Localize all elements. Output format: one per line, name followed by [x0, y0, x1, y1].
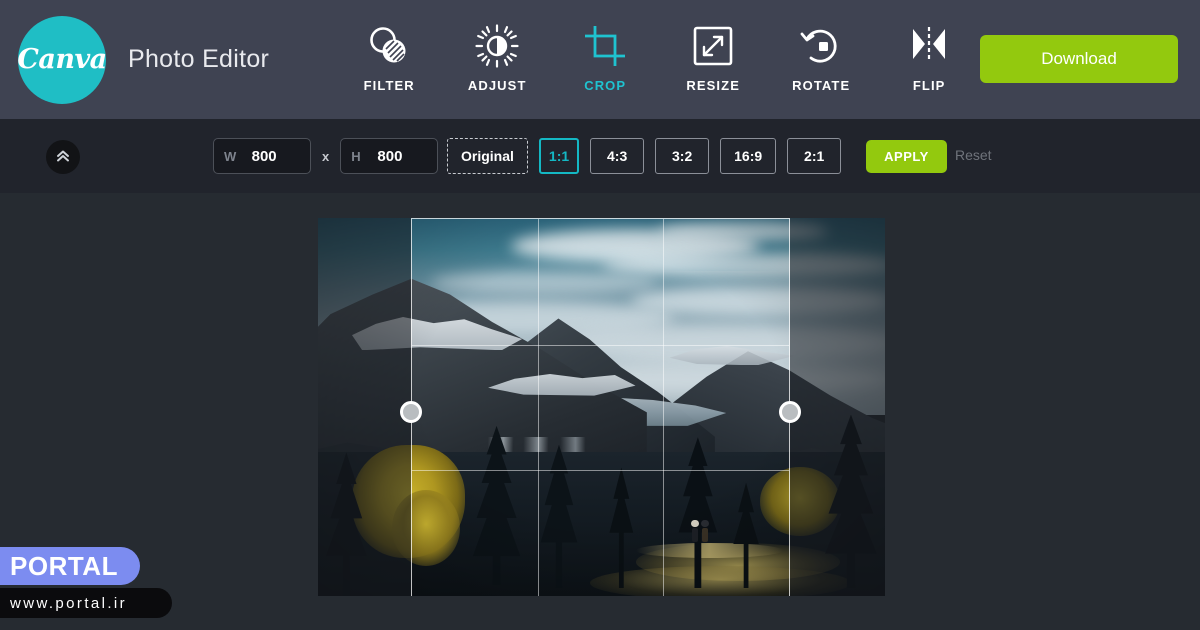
crop-shade-left [318, 218, 411, 596]
tab-filter-label: FILTER [363, 78, 415, 93]
download-button[interactable]: Download [980, 35, 1178, 83]
tab-crop[interactable]: CROP [551, 22, 659, 93]
height-input[interactable]: H 800 [340, 138, 439, 174]
crop-icon [583, 22, 627, 70]
watermark: PORTAL www.portal.ir [0, 547, 172, 618]
width-value: 800 [251, 147, 277, 165]
crop-handle-top-left[interactable] [400, 401, 422, 423]
tab-resize[interactable]: RESIZE [659, 22, 767, 93]
editor-canvas [0, 193, 1200, 630]
width-input[interactable]: W 800 [213, 138, 311, 174]
reset-button[interactable]: Reset [955, 147, 992, 163]
ratio-3-2[interactable]: 3:2 [655, 138, 710, 174]
photo-editor-app: Canva Photo Editor FILTER ADJUST CROP RE… [0, 0, 1200, 630]
width-label: W [224, 148, 237, 164]
ratio-original[interactable]: Original [447, 138, 528, 174]
tab-adjust[interactable]: ADJUST [443, 22, 551, 93]
tab-filter[interactable]: FILTER [335, 22, 443, 93]
brightness-icon [475, 22, 519, 70]
crop-handle-top-right[interactable] [779, 401, 801, 423]
collapse-toolbar-button[interactable] [46, 140, 80, 174]
tab-resize-label: RESIZE [686, 78, 740, 93]
crop-selection[interactable] [411, 218, 790, 596]
watermark-url-badge: www.portal.ir [0, 588, 172, 618]
apply-button[interactable]: APPLY [866, 140, 947, 173]
height-value: 800 [377, 147, 403, 165]
ratio-2-1[interactable]: 2:1 [787, 138, 842, 174]
watermark-url: www.portal.ir [10, 594, 128, 612]
canva-logo-text: Canva [17, 44, 107, 75]
chevron-double-up-icon [54, 147, 72, 168]
resize-arrow-icon [692, 22, 734, 70]
aspect-ratio-options: Original 1:1 4:3 3:2 16:9 2:1 [447, 138, 852, 174]
dimension-separator: x [322, 148, 330, 164]
crop-shade-right [790, 218, 885, 596]
ratio-4-3[interactable]: 4:3 [590, 138, 645, 174]
app-header: Canva Photo Editor FILTER ADJUST CROP RE… [0, 0, 1200, 119]
crop-grid-line [537, 219, 539, 596]
crop-grid-line [412, 344, 789, 346]
tab-crop-label: CROP [584, 78, 627, 93]
watermark-title: PORTAL [10, 550, 118, 581]
canva-logo-icon[interactable]: Canva [17, 15, 107, 104]
crop-grid-line [663, 219, 665, 596]
height-label: H [351, 148, 361, 164]
tab-rotate[interactable]: ROTATE [767, 22, 875, 93]
brand: Canva Photo Editor [0, 15, 270, 104]
ratio-16-9[interactable]: 16:9 [720, 138, 777, 174]
tab-flip[interactable]: FLIP [875, 22, 983, 93]
tab-rotate-label: ROTATE [792, 78, 851, 93]
tab-adjust-label: ADJUST [467, 78, 527, 93]
filter-icon [367, 22, 411, 70]
flip-horizontal-icon [906, 22, 952, 70]
dimension-inputs: W 800 x H 800 [213, 138, 439, 174]
ratio-1-1[interactable]: 1:1 [538, 138, 580, 174]
tab-flip-label: FLIP [912, 78, 946, 93]
page-title: Photo Editor [128, 45, 270, 73]
crop-grid-line [412, 470, 789, 472]
watermark-title-badge: PORTAL [0, 547, 140, 585]
tool-tabs: FILTER ADJUST CROP RESIZE ROTATE FLIP [335, 0, 983, 119]
rotate-ccw-icon [799, 22, 843, 70]
